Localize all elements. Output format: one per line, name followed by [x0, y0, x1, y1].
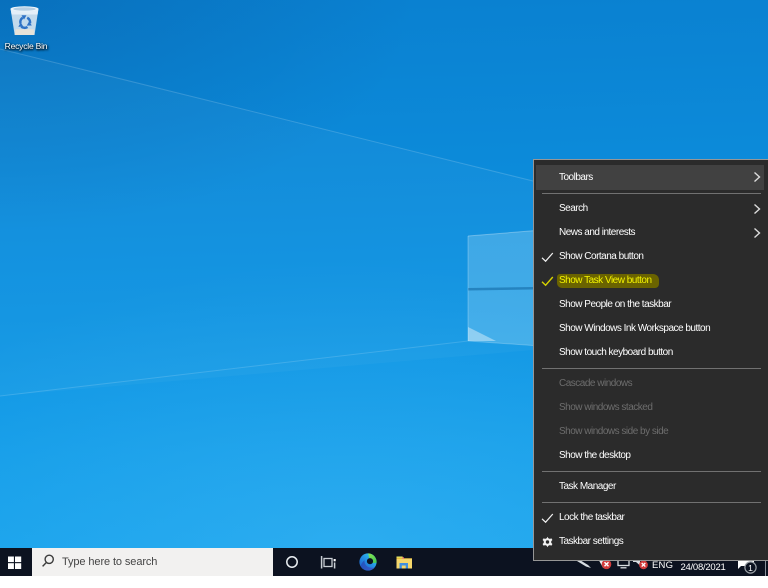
svg-text:1: 1 — [748, 563, 753, 573]
